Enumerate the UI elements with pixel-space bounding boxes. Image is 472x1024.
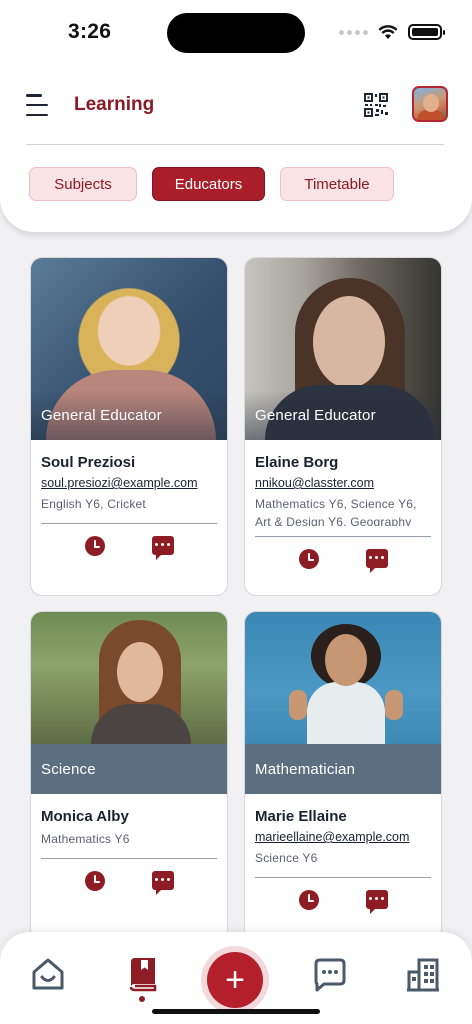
educator-email[interactable]: soul.presiozi@example.com: [31, 471, 227, 490]
educator-subjects: English Y6, Cricket: [41, 497, 146, 511]
tab-timetable[interactable]: Timetable: [280, 167, 394, 201]
educator-name: Monica Alby: [41, 808, 129, 825]
card-actions: [245, 878, 441, 914]
educator-subjects: Mathematics Y6: [41, 832, 130, 846]
dynamic-island: [167, 13, 305, 53]
add-icon: +: [207, 952, 263, 1008]
educator-photo: General Educator: [245, 258, 441, 440]
clock-icon[interactable]: [298, 890, 319, 910]
educator-photo: [31, 612, 227, 744]
avatar[interactable]: [412, 86, 448, 122]
educator-photo: General Educator: [31, 258, 227, 440]
page-title: Learning: [74, 94, 155, 115]
educator-card[interactable]: Mathematician Marie Ellaine marieellaine…: [244, 611, 442, 941]
card-actions: [31, 524, 227, 560]
header: Learning Subjects Educators Timetable: [0, 64, 472, 232]
clock-icon[interactable]: [84, 536, 105, 556]
chat-icon[interactable]: [151, 536, 174, 560]
educator-subjects: Science Y6: [255, 851, 318, 865]
clock-icon[interactable]: [84, 871, 105, 891]
tab-educators[interactable]: Educators: [152, 167, 265, 201]
educator-photo: [245, 612, 441, 744]
educator-name: Soul Preziosi: [41, 454, 136, 471]
chat-icon[interactable]: [312, 956, 348, 992]
status-time: 3:26: [68, 20, 112, 43]
clock-icon[interactable]: [298, 549, 319, 569]
educator-email[interactable]: nnikou@classter.com: [245, 471, 441, 490]
active-indicator: [139, 996, 145, 1002]
status-bar: 3:26: [0, 0, 472, 64]
battery-icon: [408, 24, 445, 40]
book-icon[interactable]: [125, 956, 161, 992]
educator-card[interactable]: General Educator Soul Preziosi soul.pres…: [30, 257, 228, 596]
educator-name: Marie Ellaine: [255, 808, 347, 825]
chat-icon[interactable]: [365, 549, 388, 573]
qr-code-icon[interactable]: [364, 93, 388, 117]
building-icon[interactable]: [405, 956, 441, 992]
menu-icon[interactable]: [26, 94, 50, 116]
educator-email[interactable]: marieellaine@example.com: [245, 825, 441, 844]
educator-role: Science: [31, 744, 227, 794]
educator-subjects: Mathematics Y6, Science Y6, Art & Design…: [255, 497, 417, 526]
add-button[interactable]: +: [201, 946, 269, 1014]
educator-name: Elaine Borg: [255, 454, 339, 471]
chat-icon[interactable]: [151, 871, 174, 895]
tab-bar: Subjects Educators Timetable: [29, 167, 394, 201]
home-indicator[interactable]: [152, 1009, 320, 1014]
chat-icon[interactable]: [365, 890, 388, 914]
wifi-icon: [378, 24, 398, 39]
educator-card[interactable]: General Educator Elaine Borg nnikou@clas…: [244, 257, 442, 596]
status-icons: [339, 24, 445, 40]
tab-subjects[interactable]: Subjects: [29, 167, 137, 201]
educator-role: Mathematician: [245, 744, 441, 794]
educator-role: General Educator: [245, 390, 441, 440]
card-actions: [31, 859, 227, 895]
header-divider: [26, 144, 444, 145]
educator-card[interactable]: Science Monica Alby Mathematics Y6: [30, 611, 228, 941]
educator-role: General Educator: [31, 390, 227, 440]
card-actions: [245, 537, 441, 573]
home-icon[interactable]: [30, 956, 66, 992]
signal-icon: [339, 29, 368, 35]
